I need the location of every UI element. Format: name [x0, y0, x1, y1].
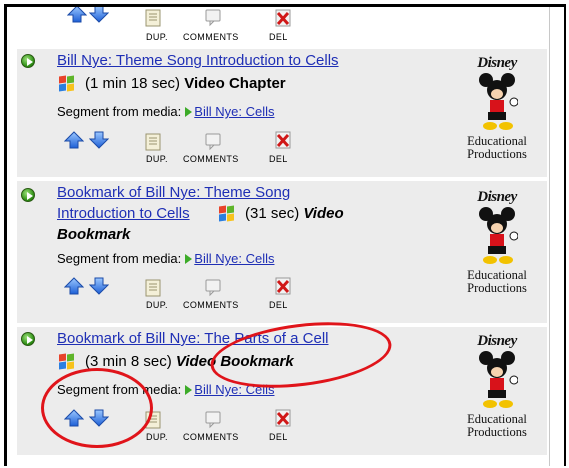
duplicate-icon[interactable] — [145, 133, 161, 151]
item-duration: (1 min 18 sec) Video Chapter — [85, 75, 286, 92]
comments-label: COMMENTS — [183, 154, 239, 164]
move-up-arrow-icon[interactable] — [67, 5, 87, 23]
comments-icon[interactable] — [205, 411, 221, 429]
delete-icon[interactable] — [275, 409, 291, 427]
mickey-mouse-icon — [479, 73, 519, 130]
del-label: DEL — [269, 300, 288, 310]
media-triangle-icon — [185, 254, 193, 264]
item-title-link[interactable]: Bill Nye: Theme Song Introduction to Cel… — [57, 50, 339, 71]
segment-list-frame: DUP. COMMENTS DEL Bill Nye: Theme Song I… — [4, 4, 566, 466]
item-duration: (31 sec) Video — [245, 205, 344, 222]
media-triangle-icon — [185, 385, 193, 395]
play-icon[interactable] — [21, 54, 35, 68]
comments-icon[interactable] — [205, 279, 221, 297]
move-up-arrow-icon[interactable] — [64, 277, 84, 295]
item-title-link-line-1[interactable]: Bookmark of Bill Nye: Theme Song — [57, 182, 290, 203]
media-link[interactable]: Bill Nye: Cells — [194, 251, 274, 266]
comments-icon[interactable] — [205, 133, 221, 151]
move-down-arrow-icon[interactable] — [89, 5, 109, 23]
del-label: DEL — [269, 154, 288, 164]
dup-label: DUP. — [146, 432, 168, 442]
media-triangle-icon — [185, 107, 193, 117]
item-type: Bookmark — [57, 226, 131, 243]
list-item-1: Bill Nye: Theme Song Introduction to Cel… — [17, 49, 547, 177]
mickey-mouse-icon — [479, 207, 519, 264]
comments-label: COMMENTS — [183, 300, 239, 310]
duplicate-icon[interactable] — [145, 9, 161, 27]
delete-icon[interactable] — [275, 131, 291, 149]
move-down-arrow-icon[interactable] — [89, 131, 109, 149]
dup-label: DUP. — [146, 32, 168, 42]
mickey-mouse-icon — [479, 351, 519, 408]
media-player-icon — [219, 205, 235, 222]
delete-icon[interactable] — [275, 277, 291, 295]
move-down-arrow-icon[interactable] — [89, 277, 109, 295]
segment-from-media: Segment from media: Bill Nye: Cells — [57, 104, 275, 119]
disney-educational-logo: Disney Educational Productions — [467, 55, 527, 161]
comments-icon[interactable] — [205, 9, 221, 27]
delete-icon[interactable] — [275, 9, 291, 27]
del-label: DEL — [269, 432, 288, 442]
item-title-link-line-2[interactable]: Introduction to Cells — [57, 203, 190, 224]
highlight-oval-arrows — [41, 368, 153, 448]
media-link[interactable]: Bill Nye: Cells — [194, 104, 274, 119]
segment-from-media: Segment from media: Bill Nye: Cells — [57, 251, 275, 266]
comments-label: COMMENTS — [183, 32, 239, 42]
media-player-icon — [59, 75, 75, 92]
dup-label: DUP. — [146, 154, 168, 164]
disney-educational-logo: Disney Educational Productions — [467, 189, 527, 295]
play-icon[interactable] — [21, 332, 35, 346]
item-0-partial: DUP. COMMENTS DEL — [17, 7, 547, 47]
right-column-divider — [549, 7, 550, 466]
comments-label: COMMENTS — [183, 432, 239, 442]
dup-label: DUP. — [146, 300, 168, 310]
duplicate-icon[interactable] — [145, 279, 161, 297]
move-up-arrow-icon[interactable] — [64, 131, 84, 149]
disney-educational-logo: Disney Educational Productions — [467, 333, 527, 439]
play-icon[interactable] — [21, 188, 35, 202]
media-player-icon — [59, 353, 75, 370]
del-label: DEL — [269, 32, 288, 42]
list-item-2: Bookmark of Bill Nye: Theme Song Introdu… — [17, 181, 547, 323]
